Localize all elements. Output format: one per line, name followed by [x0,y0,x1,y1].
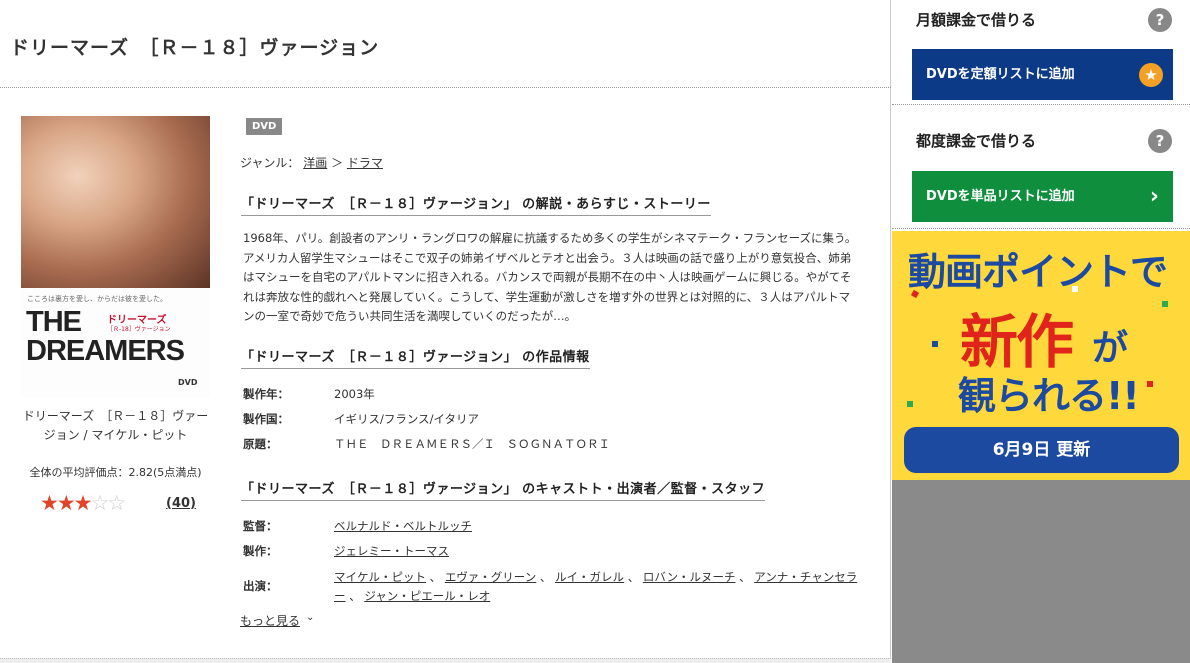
average-rating-text: 全体の平均評価点：2.82(5点満点) [29,466,202,479]
help-icon[interactable]: ? [1148,129,1172,153]
info-heading: 「ドリーマーズ ［Ｒ－１８］ヴァージョン」 の作品情報 [241,346,590,369]
producer-link[interactable]: ジェレミー・トーマス [334,544,449,558]
rating-star-icon: ★ [40,491,59,515]
promo-banner[interactable]: 動画ポイントで 新作 が 観られる!! 6月9日 更新 [892,231,1190,480]
main-content: ドリーマーズ ［Ｒ－１８］ヴァージョン こころは裏方を愛し、からだは彼を愛した。… [0,0,891,663]
format-badge: DVD [246,118,283,135]
cast-heading: 「ドリーマーズ ［Ｒ－１８］ヴァージョン」 のキャストト・出演者／監督・スタッフ [241,478,766,501]
director-label: 監督： [243,519,278,533]
add-to-monthly-list-button[interactable]: DVDを定額リストに追加 ★ [912,49,1173,100]
actors-label: 出演： [243,579,278,593]
single-button-label: DVDを単品リストに追加 [926,189,1075,204]
review-count-link[interactable]: (40) [166,496,196,511]
country-value: イギリス/フランス/イタリア [334,412,480,426]
actor-link[interactable]: エヴァ・グリーン [445,570,536,584]
confetti [1162,301,1168,307]
rating-stars: ★★★☆☆ [40,491,126,515]
actor-link[interactable]: ルイ・ガレル [555,570,624,584]
original-title-label: 原題： [243,437,278,451]
actor-link[interactable]: ジャン・ピエール・レオ [364,589,490,603]
actor-link[interactable]: ロバン・ルヌーチ [643,570,736,584]
dvd-jacket-image[interactable]: こころは裏方を愛し、からだは彼を愛した。 THE DREAMERS ドリーマーズ… [21,116,210,397]
sidebar-divider [892,104,1190,105]
poster-tagline: こころは裏方を愛し、からだは彼を愛した。 [27,295,167,303]
confetti [1147,381,1153,387]
actors-value: マイケル・ピット 、 エヴァ・グリーン 、 ルイ・ガレル 、 ロバン・ルヌーチ … [334,570,858,603]
show-more-link[interactable]: もっと見る [240,612,300,629]
banner-line3: 観られる!! [958,374,1140,418]
genre-breadcrumb: ジャンル： 洋画 ＞ ドラマ [240,154,383,171]
rental-sidebar: 月額課金で借りる ? DVDを定額リストに追加 ★ 都度課金で借りる ? DVD… [892,0,1190,663]
chevron-right-icon: › [1149,184,1159,209]
confetti [907,401,913,407]
genre-child-link[interactable]: ドラマ [347,156,383,170]
help-icon[interactable]: ? [1148,8,1172,32]
original-title-value: ＴＨＥ ＤＲＥＡＭＥＲＳ／Ｉ ＳＯＧＮＡＴＯＲＩ [334,437,610,451]
page-title: ドリーマーズ ［Ｒ－１８］ヴァージョン [10,37,380,59]
add-to-single-list-button[interactable]: DVDを単品リストに追加 › [912,171,1173,222]
monthly-rental-heading: 月額課金で借りる [916,11,1037,29]
year-value: 2003年 [334,387,375,401]
single-rental-heading: 都度課金で借りる [916,132,1037,150]
sidebar-divider [892,228,1190,229]
director-value: ベルナルド・ベルトルッチ [334,518,472,534]
rating-star-icon: ★ [56,491,76,515]
actor-link[interactable]: マイケル・ピット [334,570,426,584]
chevron-down-icon[interactable]: ⌄ [306,612,314,623]
producer-value: ジェレミー・トーマス [334,543,449,559]
rating-star-empty-icon: ☆ [107,491,126,515]
confetti [932,341,938,347]
sidebar-empty-area [892,480,1190,663]
rating-star-icon: ★ [73,491,93,515]
poster-photo [21,116,210,288]
director-link[interactable]: ベルナルド・ベルトルッチ [334,519,472,533]
synopsis-text: 1968年、パリ。創設者のアンリ・ラングロワの解雇に抗議するため多くの学生がシネ… [243,231,857,323]
review-count[interactable]: (40) [166,496,196,511]
star-icon: ★ [1139,63,1163,87]
poster-title-line2: DREAMERS [26,335,185,367]
banner-line1: 動画ポイントで [908,250,1168,294]
genre-separator: ＞ [331,156,344,170]
synopsis-heading: 「ドリーマーズ ［Ｒ－１８］ヴァージョン」 の解説・あらすじ・ストーリー [241,193,711,216]
rating-star-empty-icon: ☆ [90,491,109,515]
title-bar: ドリーマーズ ［Ｒ－１８］ヴァージョン [0,0,891,88]
banner-update-date: 6月9日 更新 [904,427,1179,473]
poster-caption: ドリーマーズ ［Ｒ－１８］ヴァージョン / マイケル・ピット [22,409,209,442]
producer-label: 製作： [243,544,278,558]
year-label: 製作年： [243,387,289,401]
poster-dvd-logo: DVD [178,378,198,387]
banner-line2-suffix: が [1092,328,1129,369]
monthly-button-label: DVDを定額リストに追加 [926,67,1075,82]
country-label: 製作国： [243,412,289,426]
footer-divider [0,658,891,663]
genre-parent-link[interactable]: 洋画 [303,156,327,170]
poster-jp-subtitle: ［Ｒ-18］ヴァージョン [107,326,171,333]
genre-label: ジャンル： [240,156,300,170]
